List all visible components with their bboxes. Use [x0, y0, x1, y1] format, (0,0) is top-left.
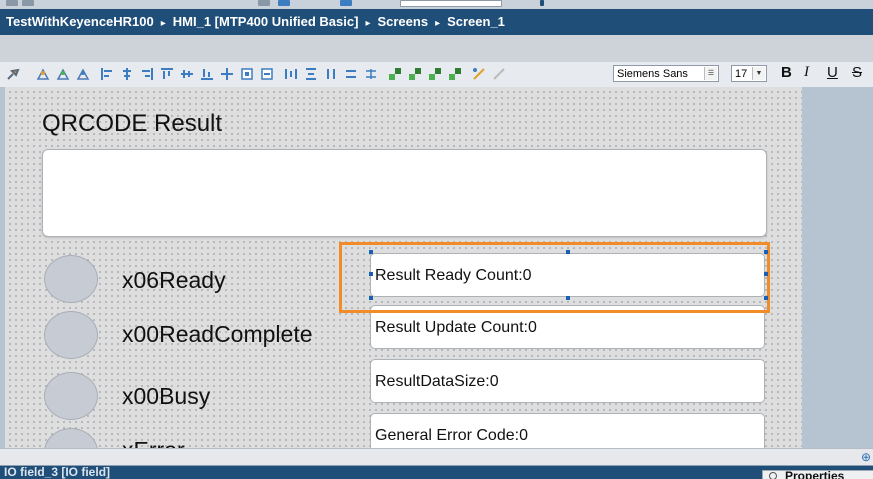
chevron-down-icon[interactable]: ☰: [704, 67, 717, 80]
font-family-value: Siemens Sans: [617, 68, 688, 80]
resize-handle[interactable]: [369, 272, 373, 276]
screen-title[interactable]: QRCODE Result: [42, 110, 222, 138]
align-center-icon[interactable]: [120, 67, 134, 81]
flip-icon[interactable]: [76, 67, 90, 81]
selected-object-label: IO field_3 [IO field]: [4, 465, 111, 479]
lamp-label[interactable]: x00Busy: [122, 383, 210, 410]
breadcrumb-separator-icon: ▸: [435, 18, 441, 29]
breadcrumb-item-device[interactable]: HMI_1 [MTP400 Unified Basic]: [173, 14, 359, 29]
format-painter-icon[interactable]: [6, 67, 20, 81]
align-left-icon[interactable]: [100, 67, 114, 81]
rotate-left-icon[interactable]: [36, 67, 50, 81]
font-family-select[interactable]: Siemens Sans ☰: [613, 65, 719, 82]
toolbar-icon[interactable]: [540, 0, 544, 6]
layer-icon[interactable]: [388, 67, 402, 81]
align-top-icon[interactable]: [160, 67, 174, 81]
toolbar-icon[interactable]: [258, 0, 270, 6]
align-right-icon[interactable]: [140, 67, 154, 81]
selection-highlight: [339, 242, 770, 313]
align-middle-icon[interactable]: [180, 67, 194, 81]
status-lamp[interactable]: [44, 372, 98, 420]
align-bottom-icon[interactable]: [200, 67, 214, 81]
breadcrumb-item-screens[interactable]: Screens: [377, 14, 428, 29]
io-field-result-data-size[interactable]: ResultDataSize:0: [370, 359, 765, 403]
horizontal-scrollbar[interactable]: ⊕: [0, 448, 873, 466]
same-height-icon[interactable]: [344, 67, 358, 81]
center-icon[interactable]: [220, 67, 234, 81]
resize-handle[interactable]: [566, 296, 570, 300]
rotate-right-icon[interactable]: [56, 67, 70, 81]
font-size-select[interactable]: 17 ▼: [731, 65, 767, 82]
strikethrough-button[interactable]: S: [852, 64, 862, 81]
underline-button[interactable]: U: [827, 64, 838, 81]
breadcrumb: TestWithKeyenceHR100 ▸ HMI_1 [MTP400 Unifi…: [0, 9, 873, 35]
send-back-icon[interactable]: [260, 67, 274, 81]
inspector-bar: IO field_3 [IO field]: [0, 465, 873, 479]
qrcode-result-field[interactable]: [42, 149, 767, 237]
chevron-down-icon[interactable]: ▼: [752, 67, 765, 80]
resize-handle[interactable]: [764, 272, 768, 276]
breadcrumb-item-project[interactable]: TestWithKeyenceHR100: [6, 14, 154, 29]
resize-handle[interactable]: [369, 250, 373, 254]
italic-button[interactable]: I: [804, 64, 809, 81]
editor-header-bar: [0, 35, 873, 63]
toolbar-icon[interactable]: [278, 0, 290, 6]
resize-handle[interactable]: [764, 296, 768, 300]
layer-icon[interactable]: [448, 67, 462, 81]
lamp-label[interactable]: x00ReadComplete: [122, 321, 313, 348]
toolbar-icon[interactable]: [6, 0, 18, 6]
same-width-icon[interactable]: [324, 67, 338, 81]
layer-icon[interactable]: [408, 67, 422, 81]
disconnect-icon[interactable]: [492, 67, 506, 81]
breadcrumb-item-screen[interactable]: Screen_1: [447, 14, 505, 29]
distribute-h-icon[interactable]: [284, 67, 298, 81]
same-size-icon[interactable]: [364, 67, 378, 81]
breadcrumb-separator-icon: ▸: [365, 18, 371, 29]
toolbar-icon[interactable]: [340, 0, 352, 6]
distribute-v-icon[interactable]: [304, 67, 318, 81]
toolbar-dropdown[interactable]: [400, 0, 502, 7]
status-lamp[interactable]: [44, 428, 98, 448]
bold-button[interactable]: B: [781, 64, 792, 81]
resize-handle[interactable]: [764, 250, 768, 254]
format-toolbar: Siemens Sans ☰ 17 ▼ B I U S: [0, 62, 873, 88]
connect-icon[interactable]: [472, 67, 486, 81]
bring-front-icon[interactable]: [240, 67, 254, 81]
status-lamp[interactable]: [44, 255, 98, 303]
layer-icon[interactable]: [428, 67, 442, 81]
toolbar-icon[interactable]: [22, 0, 34, 6]
resize-handle[interactable]: [566, 250, 570, 254]
lamp-label[interactable]: xError: [122, 437, 185, 448]
status-lamp[interactable]: [44, 311, 98, 359]
resize-handle[interactable]: [369, 296, 373, 300]
breadcrumb-separator-icon: ▸: [160, 18, 166, 29]
font-size-value: 17: [735, 68, 748, 80]
io-field-general-error-code[interactable]: General Error Code:0: [370, 413, 765, 448]
lamp-label[interactable]: x06Ready: [122, 267, 226, 294]
zoom-icon[interactable]: ⊕: [861, 450, 871, 464]
